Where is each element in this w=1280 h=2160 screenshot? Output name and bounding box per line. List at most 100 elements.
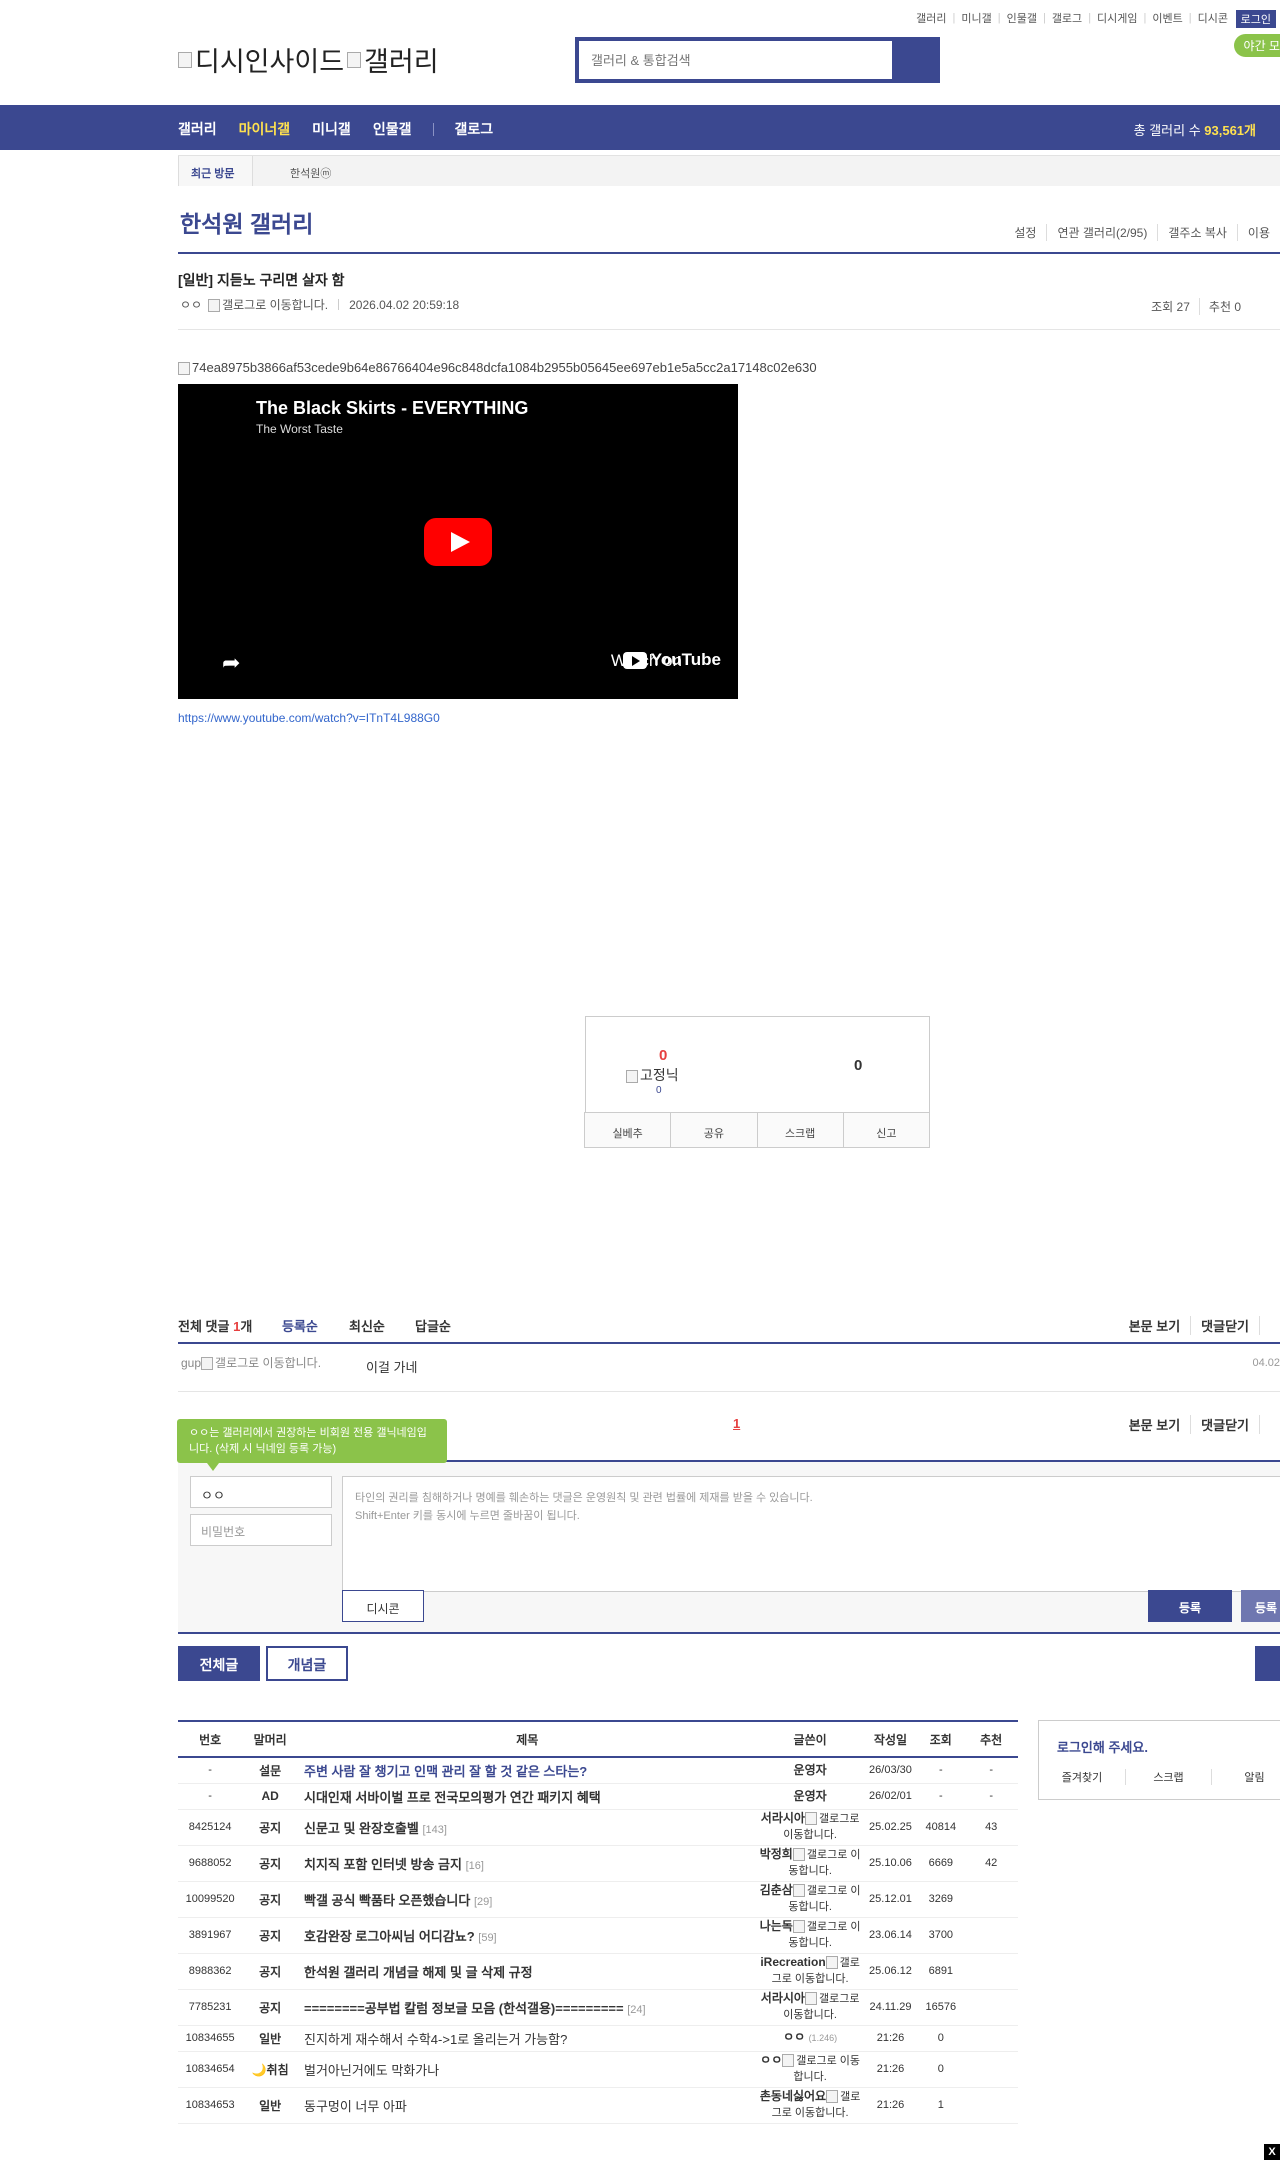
search-input[interactable] (583, 45, 896, 75)
row-title-cell[interactable]: 치지직 포함 인터넷 방송 금지 [16] (297, 1845, 757, 1882)
favorites-button[interactable]: 즐겨찾기 (1039, 1769, 1125, 1785)
row-title[interactable]: 시대인재 서바이벌 프로 전국모의평가 연간 패키지 혜택 (304, 1790, 601, 1805)
row-title[interactable]: 호감완장 로그아씨님 어디감뇨? (304, 1929, 475, 1944)
table-row[interactable]: 3891967 공지 호감완장 로그아씨님 어디감뇨? [59] 나는독 갤로그로 이동… (178, 1917, 1018, 1954)
table-row[interactable]: 7785231 공지 ========공부법 칼럼 정보글 모음 (한석갤용)===… (178, 1989, 1018, 2026)
recommend-down-count[interactable]: 0 (854, 1057, 862, 1074)
related-gallery-link[interactable]: 연관 갤러리(2/95) (1046, 224, 1157, 241)
row-reply-count[interactable]: [16] (466, 1860, 484, 1872)
scrap-button[interactable]: 스크랩 (756, 1112, 844, 1148)
sort-latest[interactable]: 최신순 (349, 1316, 385, 1335)
sort-registered[interactable]: 등록순 (282, 1316, 318, 1335)
notifications-button[interactable]: 알림 (1211, 1769, 1280, 1785)
row-writer-nick[interactable]: 서라시아 (761, 1811, 805, 1825)
table-row[interactable]: - AD 시대인재 서바이벌 프로 전국모의평가 연간 패키지 혜택 운영자 26/0… (178, 1783, 1018, 1810)
view-post-link[interactable]: 본문 보기 (1119, 1316, 1190, 1335)
copy-address-link[interactable]: 갤주소 복사 (1157, 224, 1237, 241)
row-writer-nick[interactable]: 촌동네싫어요 (760, 2089, 826, 2103)
row-title[interactable]: 주변 사람 잘 챙기고 인맥 관리 잘 할 것 같은 스타는? (304, 1764, 587, 1779)
row-title[interactable]: 동구멍이 너무 아파 (304, 2099, 407, 2114)
util-link[interactable]: 디시콘 (1198, 10, 1228, 26)
util-link[interactable]: 갤로그 (1052, 10, 1082, 26)
row-writer[interactable]: iRecreation 갤로그로 이동합니다. (756, 1953, 864, 1990)
row-reply-count[interactable]: [59] (478, 1932, 496, 1944)
close-comments-link[interactable]: 댓글닫기 (1190, 1316, 1259, 1335)
video-title[interactable]: The Black Skirts - EVERYTHING (256, 398, 528, 419)
row-title-cell[interactable]: 시대인재 서바이벌 프로 전국모의평가 연간 패키지 혜택 (297, 1783, 757, 1810)
table-row[interactable]: 8988362 공지 한석원 갤러리 개념글 해제 및 글 삭제 규정 iRecre… (178, 1953, 1018, 1990)
row-title[interactable]: 신문고 및 완장호출벨 (304, 1821, 419, 1836)
row-reply-count[interactable]: [24] (627, 2004, 645, 2016)
row-writer[interactable]: 촌동네싫어요 갤로그로 이동합니다. (756, 2087, 864, 2124)
row-writer[interactable]: 서라시아 갤로그로 이동합니다. (756, 1989, 864, 2026)
row-title[interactable]: 진지하게 재수해서 수학4->1로 올리는거 가능함? (304, 2032, 567, 2047)
play-icon[interactable] (424, 518, 492, 566)
row-writer-nick[interactable]: ㅇㅇ (760, 2053, 782, 2067)
row-title[interactable]: ========공부법 칼럼 정보글 모음 (한석갤용)========= (304, 2001, 624, 2016)
row-title-cell[interactable]: 한석원 갤러리 개념글 해제 및 글 삭제 규정 (297, 1953, 757, 1990)
share-button[interactable]: 공유 (670, 1112, 758, 1148)
row-title-cell[interactable]: ========공부법 칼럼 정보글 모음 (한석갤용)========= [2… (297, 1989, 757, 2026)
nav-minor-gallery[interactable]: 마이너갤 (239, 119, 291, 139)
row-writer[interactable]: 운영자 (756, 1757, 864, 1784)
comment-textarea[interactable]: 타인의 권리를 침해하거나 명예를 훼손하는 댓글은 운영원칙 및 관련 법률에… (342, 1476, 1280, 1592)
post-author[interactable]: ㅇㅇ (180, 296, 202, 313)
row-title-cell[interactable]: 호감완장 로그아씨님 어디감뇨? [59] (297, 1917, 757, 1954)
login-prompt[interactable]: 로그인해 주세요. (1057, 1737, 1148, 1756)
submit-button[interactable]: 등록 (1148, 1590, 1232, 1622)
row-writer[interactable]: 운영자 (756, 1783, 864, 1810)
gallery-settings-link[interactable]: 설정 (1004, 224, 1046, 241)
row-writer-nick[interactable]: 서라시아 (761, 1991, 805, 2005)
row-title[interactable]: 벌거아닌거에도 막화가나 (304, 2063, 439, 2078)
recommend-up-count[interactable]: 0 (659, 1047, 667, 1064)
row-writer-nick[interactable]: 박정희 (760, 1847, 793, 1861)
table-row[interactable]: 8425124 공지 신문고 및 완장호출벨 [143] 서라시아 갤로그로 이동합니다… (178, 1809, 1018, 1846)
search-button[interactable] (892, 41, 936, 79)
password-field[interactable]: 비밀번호 (190, 1514, 332, 1546)
submit-recommend-button[interactable]: 등록 (1241, 1590, 1280, 1622)
refresh-link[interactable] (1259, 1415, 1280, 1434)
row-writer[interactable]: 김춘삼 갤로그로 이동합니다. (756, 1881, 864, 1918)
share-icon[interactable]: ➦ (222, 650, 240, 676)
usage-link[interactable]: 이용 (1236, 224, 1280, 241)
row-writer[interactable]: 서라시아 갤로그로 이동합니다. (756, 1809, 864, 1846)
comment-author[interactable]: gup 갤로그로 이동합니다. (181, 1356, 331, 1371)
close-icon[interactable]: X (1264, 2144, 1280, 2160)
row-writer-nick[interactable]: 김춘삼 (760, 1883, 793, 1897)
table-row[interactable]: 10099520 공지 빡갤 공식 빡품타 오픈했습니다 [29] 김춘삼 갤로그로 이… (178, 1881, 1018, 1918)
row-writer-nick[interactable]: 운영자 (794, 1763, 827, 1777)
row-writer[interactable]: 박정희 갤로그로 이동합니다. (756, 1845, 864, 1882)
best-recommend-button[interactable]: 실베추 (584, 1112, 672, 1148)
site-logo[interactable]: 디시인사이드 갤러리 (178, 40, 439, 79)
util-link[interactable]: 디시게임 (1097, 10, 1137, 26)
nav-gallery[interactable]: 갤러리 (178, 119, 217, 139)
row-writer[interactable]: ㅇㅇ (1.246) (756, 2025, 864, 2052)
nav-mini-gallery[interactable]: 미니갤 (312, 119, 351, 139)
row-reply-count[interactable]: [143] (422, 1824, 446, 1836)
login-button[interactable]: 로그인 (1235, 10, 1276, 28)
nav-gallog[interactable]: 갤로그 (454, 119, 493, 139)
youtube-embed[interactable]: The Black Skirts - EVERYTHING The Worst … (178, 384, 738, 699)
close-comments-link[interactable]: 댓글닫기 (1190, 1415, 1259, 1434)
dccon-button[interactable]: 디시콘 (342, 1590, 424, 1622)
row-title-cell[interactable]: 주변 사람 잘 챙기고 인맥 관리 잘 할 것 같은 스타는? (297, 1757, 757, 1784)
gallery-title[interactable]: 한석원 갤러리 (180, 205, 313, 239)
row-writer-nick[interactable]: 운영자 (794, 1789, 827, 1803)
scrap-list-button[interactable]: 스크랩 (1125, 1769, 1211, 1785)
table-row[interactable]: 10834653 일반 동구멍이 너무 아파 촌동네싫어요 갤로그로 이동합니다. 21… (178, 2087, 1018, 2124)
table-row[interactable]: 10834655 일반 진지하게 재수해서 수학4->1로 올리는거 가능함? ㅇㅇ… (178, 2025, 1018, 2052)
gallog-link[interactable]: 갤로그로 이동합니다. (208, 296, 328, 313)
tab-recommended-posts[interactable]: 개념글 (266, 1646, 348, 1681)
row-title[interactable]: 한석원 갤러리 개념글 해제 및 글 삭제 규정 (304, 1965, 533, 1980)
nickname-field[interactable]: ㅇㅇ (190, 1476, 332, 1508)
table-row[interactable]: - 설문 주변 사람 잘 챙기고 인맥 관리 잘 할 것 같은 스타는? 운영자 26… (178, 1757, 1018, 1784)
row-title-cell[interactable]: 진지하게 재수해서 수학4->1로 올리는거 가능함? (297, 2025, 757, 2052)
row-writer[interactable]: ㅇㅇ 갤로그로 이동합니다. (756, 2051, 864, 2088)
refresh-link[interactable] (1259, 1316, 1280, 1335)
youtube-logo[interactable]: YouTube (622, 650, 721, 670)
row-writer[interactable]: 나는독 갤로그로 이동합니다. (756, 1917, 864, 1954)
video-link[interactable]: https://www.youtube.com/watch?v=ITnT4L98… (178, 711, 440, 725)
view-post-link[interactable]: 본문 보기 (1119, 1415, 1190, 1434)
sort-replies[interactable]: 답글순 (415, 1316, 451, 1335)
night-mode-button[interactable]: 야간 모 (1233, 34, 1280, 57)
